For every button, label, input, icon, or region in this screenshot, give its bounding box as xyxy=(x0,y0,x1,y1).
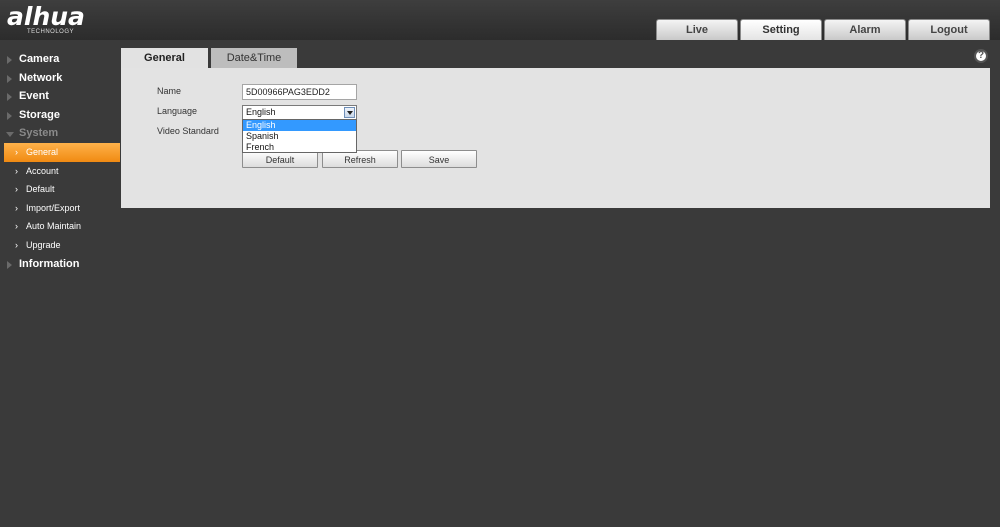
sidebar-subitem-label: Account xyxy=(26,165,59,176)
help-icon[interactable]: ? xyxy=(974,49,988,63)
chevron-down-icon xyxy=(347,111,353,115)
tab-general[interactable]: General xyxy=(121,48,208,68)
chevron-right-icon: › xyxy=(15,146,18,157)
sidebar-subitem-label: Auto Maintain xyxy=(26,221,82,232)
sidebar-subitem-upgrade[interactable]: › Upgrade xyxy=(0,236,120,255)
chevron-right-icon: › xyxy=(15,239,18,250)
tab-logout[interactable]: Logout xyxy=(908,19,990,40)
header-bar: alhua TECHNOLOGY Live Setting Alarm Logo… xyxy=(0,0,1000,40)
tab-setting[interactable]: Setting xyxy=(740,19,822,40)
sidebar-item-information[interactable]: Information xyxy=(0,255,120,274)
sidebar-item-label: Network xyxy=(19,71,63,84)
triangle-right-icon xyxy=(7,74,12,83)
triangle-right-icon xyxy=(7,56,12,64)
dropdown-button[interactable] xyxy=(344,107,355,118)
tab-live[interactable]: Live xyxy=(656,19,738,40)
sidebar-subitem-label: Default xyxy=(26,184,55,195)
triangle-down-icon xyxy=(6,132,14,138)
tab-date-time[interactable]: Date&Time xyxy=(211,48,297,68)
language-select[interactable]: English xyxy=(242,105,357,120)
chevron-right-icon: › xyxy=(15,184,18,195)
sidebar-subitem-general[interactable]: › General xyxy=(4,142,120,162)
sidebar-subitem-auto-maintain[interactable]: › Auto Maintain xyxy=(0,217,120,236)
sidebar-item-label: Event xyxy=(19,90,49,103)
triangle-right-icon xyxy=(7,111,12,120)
sidebar-item-storage[interactable]: Storage xyxy=(0,106,120,125)
language-dropdown-list: English Spanish French xyxy=(242,119,357,153)
sidebar-item-label: Camera xyxy=(19,53,60,65)
language-option-spanish[interactable]: Spanish xyxy=(243,131,356,142)
sidebar-subitem-label: Import/Export xyxy=(26,202,81,213)
sidebar-item-label: Information xyxy=(19,257,80,270)
chevron-right-icon: › xyxy=(15,202,18,213)
sidebar-item-network[interactable]: Network xyxy=(0,69,120,88)
sidebar-subitem-account[interactable]: › Account xyxy=(0,162,120,181)
sidebar-subitem-label: Upgrade xyxy=(26,239,61,250)
sidebar-item-camera[interactable]: Camera xyxy=(0,50,120,69)
video-standard-label: Video Standard xyxy=(157,126,219,136)
language-option-english[interactable]: English xyxy=(243,120,356,131)
chevron-right-icon: › xyxy=(15,165,18,176)
sidebar-subitem-default[interactable]: › Default xyxy=(0,180,120,199)
sidebar-nav: Camera Network Event Storage System › Ge… xyxy=(0,50,120,273)
chevron-right-icon: › xyxy=(15,221,18,232)
language-select-value: English xyxy=(246,107,276,117)
tab-alarm[interactable]: Alarm xyxy=(824,19,906,40)
triangle-right-icon xyxy=(7,260,12,269)
sidebar-item-label: System xyxy=(19,127,59,140)
logo-subtext: TECHNOLOGY xyxy=(27,29,75,35)
save-button[interactable]: Save xyxy=(401,150,477,168)
language-option-french[interactable]: French xyxy=(243,142,356,153)
triangle-right-icon xyxy=(7,93,12,102)
logo-text: alhua xyxy=(7,2,85,31)
dahua-logo: alhua TECHNOLOGY xyxy=(5,3,110,37)
name-label: Name xyxy=(157,86,182,96)
name-input[interactable] xyxy=(242,84,357,100)
language-label: Language xyxy=(157,106,198,116)
sidebar-item-label: Storage xyxy=(19,108,60,121)
sidebar-item-system[interactable]: System xyxy=(0,124,120,143)
sidebar-subitem-import-export[interactable]: › Import/Export xyxy=(0,199,120,218)
sidebar-item-event[interactable]: Event xyxy=(0,87,120,106)
sidebar-subitem-label: General xyxy=(26,146,59,157)
